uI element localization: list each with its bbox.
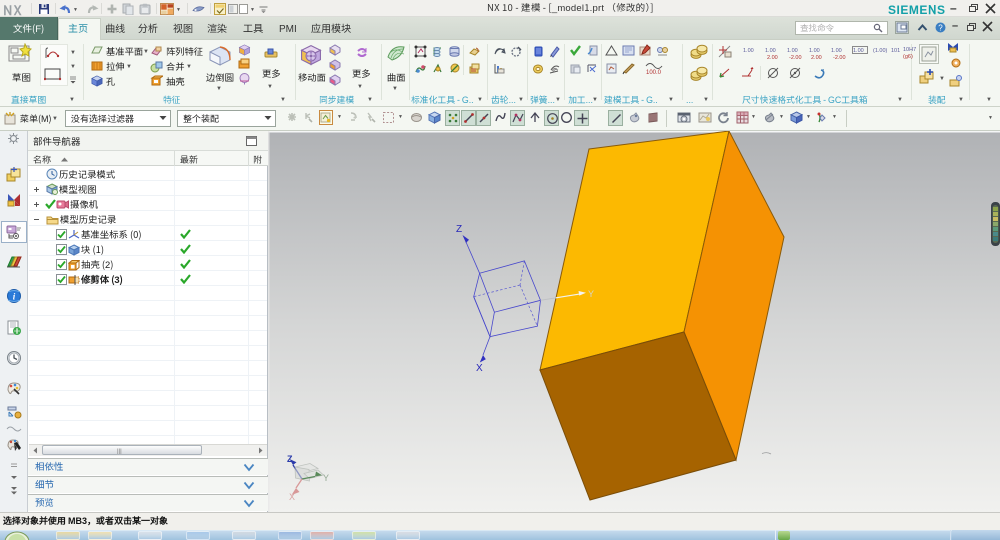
svg-text:100.0: 100.0 — [646, 70, 662, 76]
svg-text:Y: Y — [323, 473, 329, 483]
svg-text:Z: Z — [287, 454, 293, 464]
svg-text:1.00: 1.00 — [765, 48, 776, 54]
svg-text:101: 101 — [891, 48, 900, 54]
svg-text:?: ? — [938, 23, 943, 32]
svg-text:10H7: 10H7 — [903, 47, 916, 53]
svg-text:(1.00): (1.00) — [873, 48, 888, 54]
svg-text:-2.00: -2.00 — [789, 55, 802, 60]
svg-text:1.00: 1.00 — [809, 48, 820, 54]
svg-text:Z: Z — [456, 224, 462, 235]
svg-text:1.00: 1.00 — [743, 48, 754, 54]
svg-text:1.00: 1.00 — [831, 48, 842, 54]
svg-text:X: X — [289, 492, 295, 502]
svg-text:2.00: 2.00 — [811, 55, 822, 60]
svg-text:(g6): (g6) — [903, 54, 913, 60]
svg-text:2.00: 2.00 — [767, 55, 778, 60]
svg-text:-2.00: -2.00 — [833, 55, 846, 60]
svg-text:X: X — [476, 363, 483, 374]
svg-text:Y: Y — [588, 289, 594, 299]
svg-text:1.00: 1.00 — [787, 48, 798, 54]
